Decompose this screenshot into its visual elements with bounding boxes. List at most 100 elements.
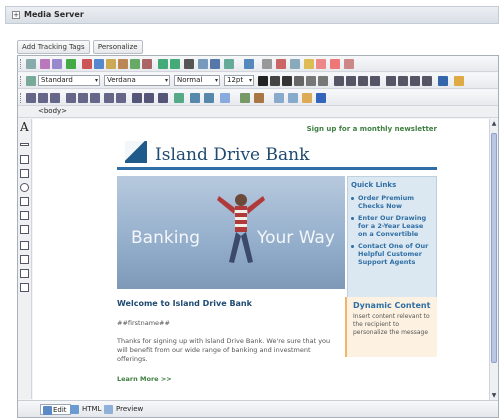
hero-text-right: Your Way bbox=[257, 228, 335, 248]
button-icon[interactable] bbox=[20, 241, 29, 250]
tab-html[interactable]: HTML bbox=[70, 404, 101, 415]
subscript-icon[interactable] bbox=[318, 76, 328, 86]
link-icon[interactable] bbox=[198, 59, 208, 69]
align-left-icon[interactable] bbox=[334, 76, 344, 86]
italic-icon[interactable] bbox=[270, 76, 280, 86]
color-picker-icon[interactable] bbox=[254, 93, 264, 103]
unordered-list-icon[interactable] bbox=[398, 76, 408, 86]
font-select[interactable]: Verdana ▾ bbox=[104, 75, 170, 86]
table-props-icon[interactable] bbox=[132, 93, 142, 103]
row-props-icon[interactable] bbox=[116, 93, 126, 103]
anchor-icon[interactable] bbox=[210, 59, 220, 69]
hidden-field-icon[interactable] bbox=[20, 255, 29, 264]
quick-link-item[interactable]: Contact One of Our Helpful Customer Supp… bbox=[358, 242, 434, 266]
media-server-header[interactable]: + Media Server bbox=[5, 6, 499, 24]
personalize-button[interactable]: Personalize bbox=[92, 40, 143, 54]
superscript-icon[interactable] bbox=[306, 76, 316, 86]
flash-icon[interactable] bbox=[316, 59, 326, 69]
tab-preview[interactable]: Preview bbox=[104, 404, 143, 415]
form-icon[interactable] bbox=[290, 59, 300, 69]
insert-widget-icon[interactable] bbox=[220, 93, 230, 103]
tab-edit[interactable]: Edit bbox=[40, 404, 71, 415]
copy-icon[interactable] bbox=[94, 59, 104, 69]
vertical-scrollbar[interactable]: ▲ ▼ bbox=[489, 119, 498, 401]
table-width-icon[interactable] bbox=[158, 93, 168, 103]
bullet-icon bbox=[351, 245, 354, 248]
quick-link-item[interactable]: Order Premium Checks Now bbox=[358, 194, 434, 210]
table-icon[interactable] bbox=[244, 59, 254, 69]
strikethrough-icon[interactable] bbox=[294, 76, 304, 86]
thumbnail-icon[interactable] bbox=[274, 93, 284, 103]
copy-format-icon[interactable] bbox=[190, 93, 200, 103]
split-cells-icon[interactable] bbox=[90, 93, 100, 103]
preview-icon[interactable] bbox=[52, 59, 62, 69]
outdent-icon[interactable] bbox=[410, 76, 420, 86]
insert-col-icon[interactable] bbox=[50, 93, 60, 103]
text-color-icon[interactable] bbox=[438, 76, 448, 86]
align-right-icon[interactable] bbox=[358, 76, 368, 86]
insert-template-icon[interactable] bbox=[174, 93, 184, 103]
justify-icon[interactable] bbox=[370, 76, 380, 86]
expand-icon[interactable]: + bbox=[12, 11, 20, 19]
underline-icon[interactable] bbox=[282, 76, 292, 86]
textarea-icon[interactable] bbox=[20, 155, 29, 164]
indent-icon[interactable] bbox=[422, 76, 432, 86]
delete-row-icon[interactable] bbox=[38, 93, 48, 103]
bold-icon[interactable] bbox=[258, 76, 268, 86]
quick-link-item[interactable]: Enter Our Drawing for a 2-Year Lease on … bbox=[358, 214, 434, 238]
align-center-icon[interactable] bbox=[346, 76, 356, 86]
edit-pencil-icon[interactable] bbox=[302, 93, 312, 103]
style-select[interactable]: Standard ▾ bbox=[38, 75, 100, 86]
scroll-down-icon[interactable]: ▼ bbox=[490, 392, 498, 400]
learn-more-link[interactable]: Learn More >> bbox=[117, 375, 172, 383]
select-icon[interactable] bbox=[20, 197, 29, 206]
paste-format-icon[interactable] bbox=[204, 93, 214, 103]
paste-icon[interactable] bbox=[106, 59, 116, 69]
delete-col-icon[interactable] bbox=[66, 93, 76, 103]
spellcheck-icon[interactable] bbox=[66, 59, 76, 69]
image-icon[interactable] bbox=[224, 59, 234, 69]
reset-icon[interactable] bbox=[20, 269, 29, 278]
cell-props-icon[interactable] bbox=[104, 93, 114, 103]
absolute-position-icon[interactable] bbox=[240, 93, 250, 103]
text-field-icon[interactable] bbox=[20, 143, 29, 146]
body-tag[interactable]: <body> bbox=[38, 107, 67, 115]
highlight-icon[interactable] bbox=[454, 76, 464, 86]
paste-word-icon[interactable] bbox=[130, 59, 140, 69]
font-size-select[interactable]: 12pt ▾ bbox=[224, 75, 254, 86]
insert-row-icon[interactable] bbox=[26, 93, 36, 103]
undo-icon[interactable] bbox=[158, 59, 168, 69]
radio-icon[interactable] bbox=[20, 183, 29, 192]
move-icon[interactable] bbox=[316, 93, 326, 103]
special-char-icon[interactable] bbox=[276, 59, 286, 69]
doc-icon[interactable] bbox=[288, 93, 298, 103]
print-icon[interactable] bbox=[40, 59, 50, 69]
clear-icon[interactable] bbox=[142, 59, 152, 69]
hero-image[interactable]: Banking Your Way bbox=[117, 176, 345, 289]
paragraph-icon[interactable] bbox=[184, 59, 194, 69]
find-icon[interactable] bbox=[26, 59, 36, 69]
format-select[interactable]: Normal ▾ bbox=[174, 75, 220, 86]
cut-icon[interactable] bbox=[82, 59, 92, 69]
dynamic-content-box[interactable]: Dynamic Content Insert content relevant … bbox=[345, 297, 437, 357]
ordered-list-icon[interactable] bbox=[386, 76, 396, 86]
table-border-icon[interactable] bbox=[144, 93, 154, 103]
source-icon[interactable] bbox=[344, 59, 354, 69]
merge-cells-icon[interactable] bbox=[78, 93, 88, 103]
pagebreak-icon[interactable] bbox=[330, 59, 340, 69]
listbox-icon[interactable] bbox=[20, 211, 29, 220]
submit-icon[interactable] bbox=[20, 283, 29, 292]
add-tracking-tags-button[interactable]: Add Tracking Tags bbox=[17, 40, 90, 54]
scroll-thumb[interactable] bbox=[491, 133, 497, 363]
redo-icon[interactable] bbox=[170, 59, 180, 69]
checkbox-icon[interactable] bbox=[20, 169, 29, 178]
editor-canvas[interactable]: Sign up for a monthly newsletter Island … bbox=[33, 119, 489, 401]
toolbar-grip bbox=[20, 59, 22, 69]
image-button-icon[interactable] bbox=[20, 225, 29, 234]
newsletter-link[interactable]: Sign up for a monthly newsletter bbox=[307, 125, 437, 133]
paste-text-icon[interactable] bbox=[118, 59, 128, 69]
smiley-icon[interactable] bbox=[304, 59, 314, 69]
horizontal-rule-icon[interactable] bbox=[262, 59, 272, 69]
text-tool-icon[interactable]: A bbox=[20, 121, 29, 133]
scroll-up-icon[interactable]: ▲ bbox=[490, 120, 498, 128]
